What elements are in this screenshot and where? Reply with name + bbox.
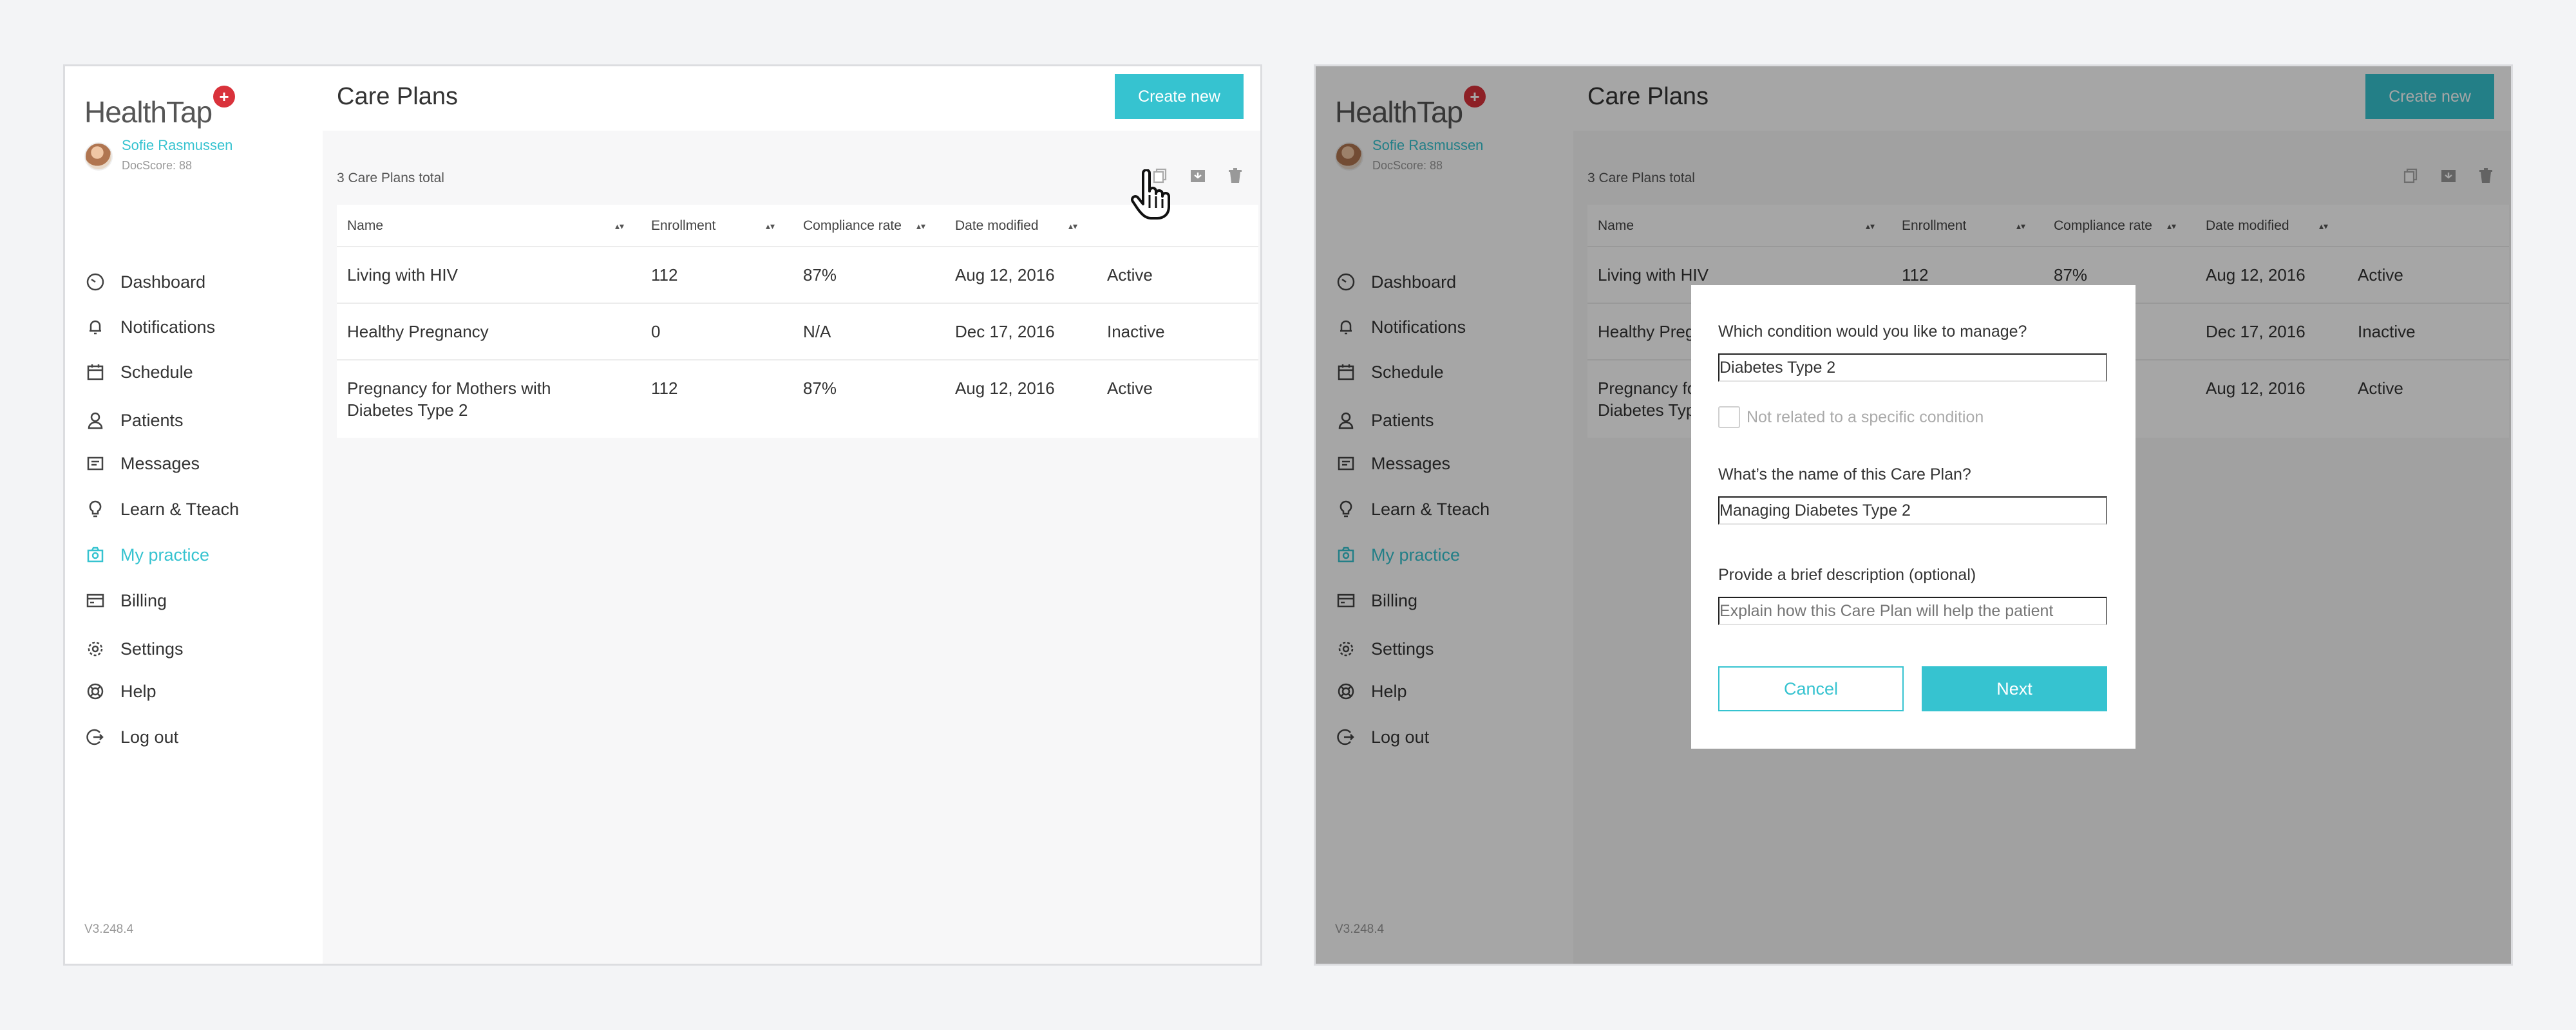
cell-date: Dec 17, 2016 [955, 322, 1055, 341]
cell-name-line: Pregnancy for Mothers with [347, 379, 551, 398]
healthtap-logo[interactable]: HealthTap + [84, 86, 239, 131]
gear-icon [84, 638, 106, 660]
sort-icon[interactable]: ▴▾ [766, 205, 775, 247]
no-condition-option[interactable]: Not related to a specific condition [1718, 404, 1984, 430]
sidebar-item-patients[interactable]: Patients [84, 404, 303, 436]
care-plans-table: Name ▴▾ Enrollment ▴▾ Compliance rate ▴▾… [337, 205, 1258, 438]
main-content: Care Plans Create new 3 Care Plans total… [323, 66, 1260, 964]
sidebar-item-label: Notifications [120, 317, 216, 337]
sidebar-item-schedule[interactable]: Schedule [84, 356, 303, 388]
docscore: DocScore: 88 [122, 159, 193, 172]
care-plans-count: 3 Care Plans total [337, 171, 444, 185]
app-version: V3.248.4 [84, 922, 134, 936]
sidebar-item-label: My practice [120, 545, 210, 565]
bell-icon [84, 316, 106, 338]
column-header-name[interactable]: Name [347, 205, 383, 247]
avatar[interactable] [84, 142, 113, 171]
column-header-enrollment[interactable]: Enrollment [651, 205, 715, 247]
condition-field[interactable] [1718, 353, 2107, 382]
cancel-button[interactable]: Cancel [1718, 666, 1904, 711]
person-icon [84, 409, 106, 431]
dashboard-icon [84, 271, 106, 293]
no-condition-checkbox[interactable] [1718, 406, 1740, 428]
sidebar-item-learn-teach[interactable]: Learn & Tteach [84, 493, 303, 525]
cell-date: Aug 12, 2016 [955, 265, 1055, 285]
column-header-compliance[interactable]: Compliance rate [803, 205, 902, 247]
cell-name[interactable]: Pregnancy for Mothers with Diabetes Type … [347, 377, 551, 421]
cell-compliance: 87% [803, 379, 837, 398]
lifebuoy-icon [84, 680, 106, 702]
create-new-button[interactable]: Create new [1115, 74, 1244, 119]
lightbulb-icon [84, 498, 106, 520]
sort-icon[interactable]: ▴▾ [1068, 205, 1077, 247]
sidebar-item-messages[interactable]: Messages [84, 447, 303, 480]
cell-name[interactable]: Living with HIV [347, 264, 458, 286]
plan-name-question: What’s the name of this Care Plan? [1718, 465, 1971, 483]
page-title: Care Plans [337, 83, 458, 110]
status-badge: Active [1107, 265, 1153, 285]
user-profile[interactable]: Sofie Rasmussen DocScore: 88 [84, 137, 303, 182]
sidebar-item-label: Log out [120, 727, 179, 747]
sidebar-item-label: Learn & Tteach [120, 499, 240, 519]
sidebar-item-label: Billing [120, 590, 167, 610]
care-plans-screen: HealthTap + Sofie Rasmussen DocScore: 88… [63, 64, 1262, 966]
status-badge: Active [1107, 379, 1153, 398]
table-row[interactable]: Pregnancy for Mothers with Diabetes Type … [337, 360, 1258, 438]
user-name[interactable]: Sofie Rasmussen [122, 137, 232, 154]
sidebar-item-my-practice[interactable]: My practice [84, 539, 303, 571]
logout-icon [84, 726, 106, 748]
sidebar-item-notifications[interactable]: Notifications [84, 311, 303, 343]
sidebar-item-dashboard[interactable]: Dashboard [84, 266, 303, 298]
sidebar-item-label: Messages [120, 453, 200, 473]
camera-icon [84, 544, 106, 566]
sort-icon[interactable]: ▴▾ [615, 205, 624, 247]
hand-cursor-icon [1131, 169, 1170, 220]
cell-enrollment: 112 [651, 265, 678, 285]
cell-enrollment: 112 [651, 379, 678, 398]
cell-enrollment: 0 [651, 322, 661, 341]
trash-icon[interactable] [1224, 164, 1247, 187]
billing-icon [84, 590, 106, 612]
sidebar-item-billing[interactable]: Billing [84, 585, 303, 617]
table-header: Name ▴▾ Enrollment ▴▾ Compliance rate ▴▾… [337, 205, 1258, 247]
next-button[interactable]: Next [1922, 666, 2107, 711]
calendar-icon [84, 361, 106, 383]
logo-text: HealthTap [84, 95, 213, 129]
message-icon [84, 453, 106, 474]
sidebar-item-label: Schedule [120, 362, 193, 382]
sidebar: HealthTap + Sofie Rasmussen DocScore: 88… [65, 66, 323, 964]
table-row[interactable]: Living with HIV 112 87% Aug 12, 2016 Act… [337, 247, 1258, 304]
sidebar-item-label: Dashboard [120, 272, 206, 292]
sidebar-item-help[interactable]: Help [84, 675, 303, 707]
sidebar-item-log-out[interactable]: Log out [84, 721, 303, 753]
cell-name-line: Diabetes Type 2 [347, 400, 468, 420]
cell-date: Aug 12, 2016 [955, 379, 1055, 398]
create-care-plan-screen: HealthTap + Sofie Rasmussen DocScore: 88… [1314, 64, 2513, 966]
page-header: Care Plans Create new [323, 66, 1260, 131]
sidebar-item-label: Help [120, 681, 156, 701]
sidebar-item-label: Settings [120, 639, 184, 659]
archive-icon[interactable] [1186, 164, 1209, 187]
plan-name-field[interactable] [1718, 496, 2107, 525]
logo-plus-icon: + [213, 86, 235, 108]
status-badge: Inactive [1107, 322, 1165, 341]
table-row[interactable]: Healthy Pregnancy 0 N/A Dec 17, 2016 Ina… [337, 304, 1258, 360]
sort-icon[interactable]: ▴▾ [916, 205, 925, 247]
description-field[interactable] [1718, 597, 2107, 625]
cell-compliance: N/A [803, 322, 831, 341]
cell-name[interactable]: Healthy Pregnancy [347, 321, 489, 342]
sidebar-item-label: Patients [120, 410, 184, 430]
condition-question: Which condition would you like to manage… [1718, 323, 2027, 341]
description-question: Provide a brief description (optional) [1718, 566, 1976, 584]
sidebar-item-settings[interactable]: Settings [84, 633, 303, 665]
no-condition-label[interactable]: Not related to a specific condition [1747, 408, 1984, 427]
column-header-date-modified[interactable]: Date modified [955, 205, 1039, 247]
cell-compliance: 87% [803, 265, 837, 285]
new-care-plan-dialog: Which condition would you like to manage… [1691, 285, 2136, 749]
